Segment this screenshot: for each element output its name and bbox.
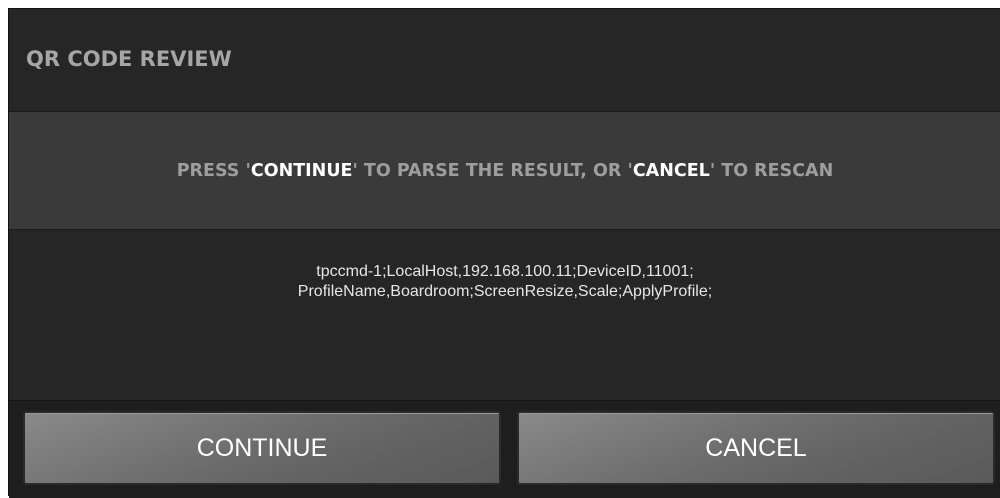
- instruction-part-3: ' TO RESCAN: [709, 161, 834, 181]
- cancel-button[interactable]: CANCEL: [517, 411, 995, 485]
- instruction-part-1: PRESS ': [176, 161, 251, 181]
- continue-button[interactable]: CONTINUE: [23, 411, 501, 485]
- scan-result-line: tpccmd-1;LocalHost,192.168.100.11;Device…: [316, 263, 694, 280]
- scan-result-text: tpccmd-1;LocalHost,192.168.100.11;Device…: [9, 262, 1000, 302]
- button-bar: CONTINUE CANCEL: [9, 400, 1000, 498]
- dialog-header: QR CODE REVIEW: [9, 9, 1000, 112]
- instruction-continue-word: CONTINUE: [250, 161, 353, 181]
- dialog-title: QR CODE REVIEW: [26, 47, 232, 71]
- scan-result-line: ProfileName,Boardroom;ScreenResize,Scale…: [297, 283, 713, 300]
- instruction-text: PRESS 'CONTINUE' TO PARSE THE RESULT, OR…: [9, 161, 1000, 181]
- instruction-part-2: ' TO PARSE THE RESULT, OR ': [352, 161, 633, 181]
- instruction-band: PRESS 'CONTINUE' TO PARSE THE RESULT, OR…: [9, 112, 1000, 230]
- qr-review-dialog: QR CODE REVIEW PRESS 'CONTINUE' TO PARSE…: [8, 8, 1000, 498]
- instruction-cancel-word: CANCEL: [632, 161, 710, 181]
- scan-result-area: tpccmd-1;LocalHost,192.168.100.11;Device…: [9, 230, 1000, 400]
